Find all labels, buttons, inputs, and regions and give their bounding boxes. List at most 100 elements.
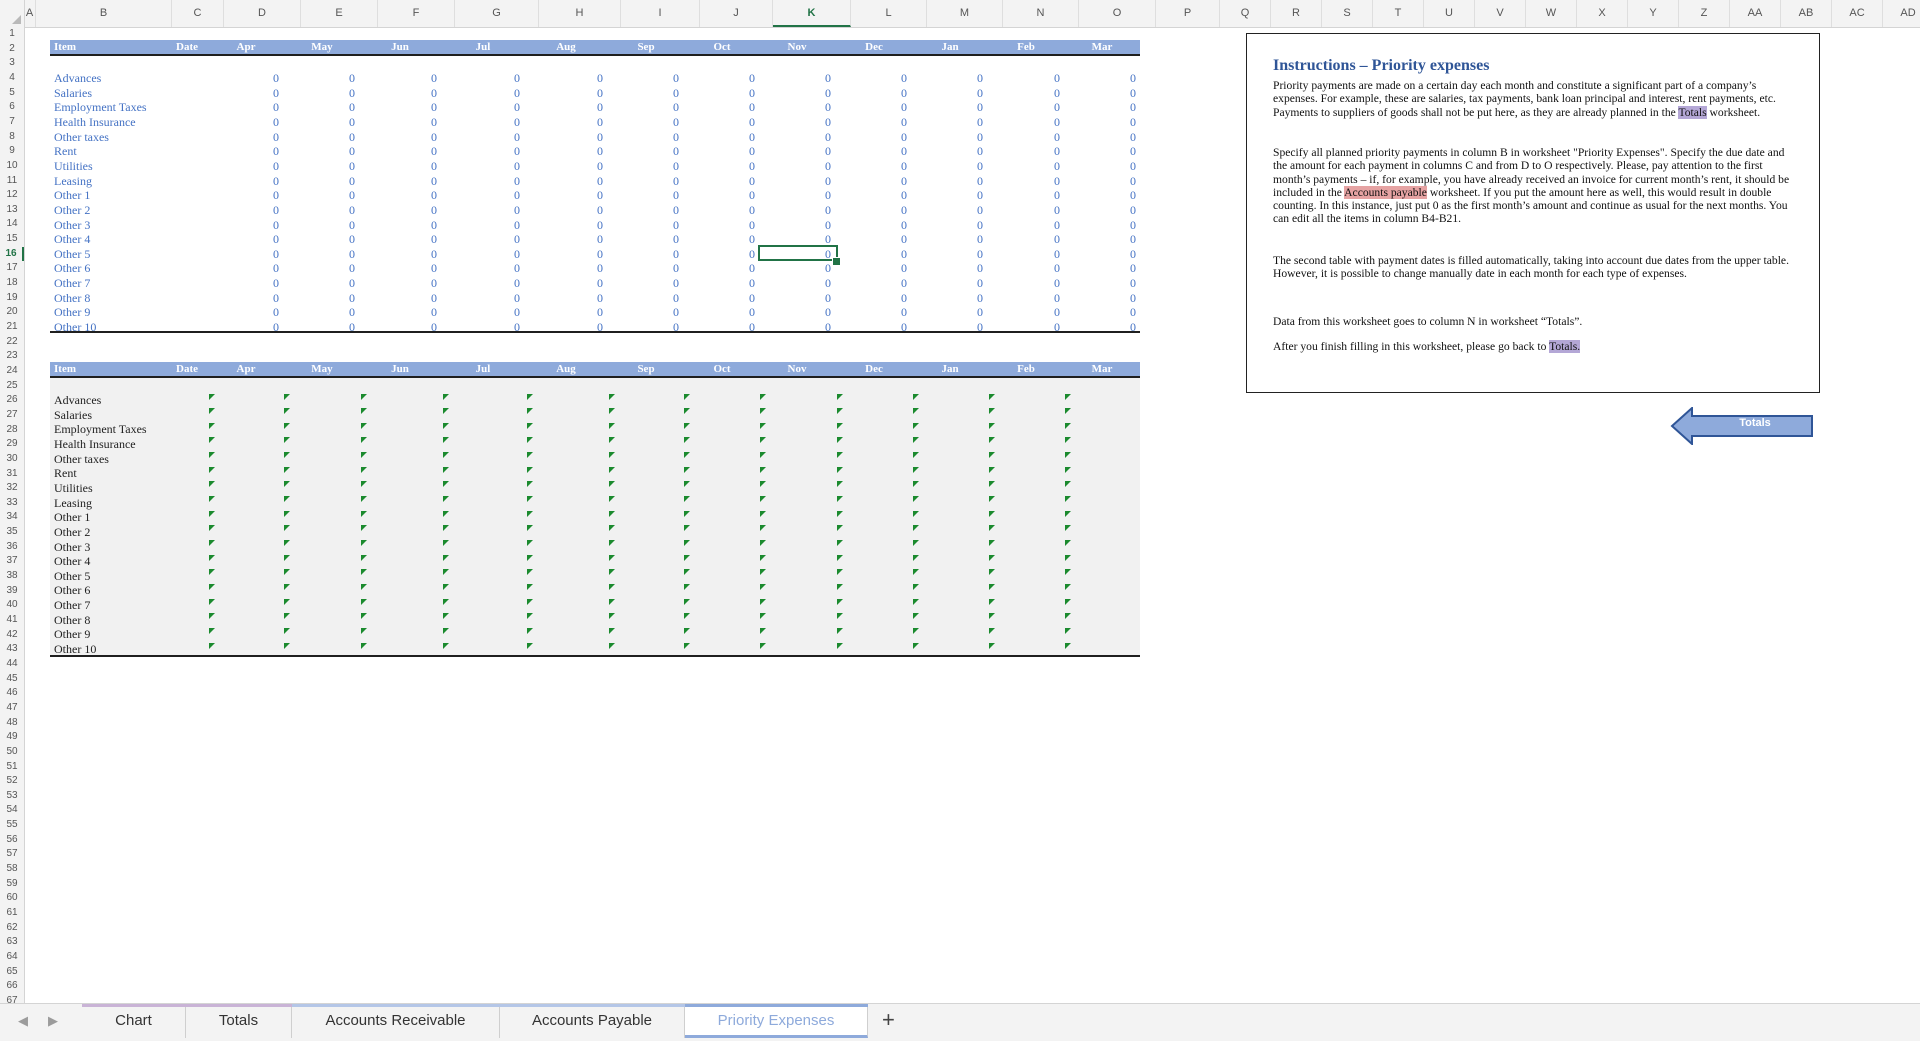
date-cell-flag-icon[interactable] bbox=[209, 452, 215, 459]
column-header-q[interactable]: Q bbox=[1220, 0, 1271, 27]
fill-handle[interactable] bbox=[832, 257, 841, 266]
amount-cell[interactable]: 0 bbox=[970, 305, 990, 320]
amount-cell[interactable]: 0 bbox=[666, 320, 686, 335]
amount-cell[interactable]: 0 bbox=[1047, 159, 1067, 174]
row-header[interactable]: 46 bbox=[0, 686, 24, 701]
date-cell-flag-icon[interactable] bbox=[989, 510, 995, 517]
amount-cell[interactable]: 0 bbox=[818, 305, 838, 320]
date-cell-flag-icon[interactable] bbox=[837, 627, 843, 634]
date-cell-flag-icon[interactable] bbox=[684, 496, 690, 503]
date-cell-flag-icon[interactable] bbox=[527, 496, 533, 503]
totals-link-bottom[interactable]: Totals. bbox=[1549, 340, 1581, 353]
amount-cell[interactable]: 0 bbox=[507, 218, 527, 233]
date-cell-flag-icon[interactable] bbox=[684, 525, 690, 532]
amount-cell[interactable]: 0 bbox=[266, 159, 286, 174]
column-header-n[interactable]: N bbox=[1003, 0, 1079, 27]
row-header[interactable]: 33 bbox=[0, 496, 24, 511]
row-header[interactable]: 9 bbox=[0, 144, 24, 159]
date-cell-flag-icon[interactable] bbox=[284, 569, 290, 576]
amount-cell[interactable]: 0 bbox=[1123, 144, 1143, 159]
amount-cell[interactable]: 0 bbox=[742, 291, 762, 306]
amount-cell[interactable]: 0 bbox=[266, 247, 286, 262]
date-cell-flag-icon[interactable] bbox=[913, 598, 919, 605]
date-cell-flag-icon[interactable] bbox=[1065, 422, 1071, 429]
column-header-b[interactable]: B bbox=[36, 0, 172, 27]
date-cell-flag-icon[interactable] bbox=[989, 554, 995, 561]
date-cell-flag-icon[interactable] bbox=[989, 627, 995, 634]
amount-cell[interactable]: 0 bbox=[342, 86, 362, 101]
date-cell-flag-icon[interactable] bbox=[284, 496, 290, 503]
amount-cell[interactable]: 0 bbox=[970, 320, 990, 335]
amount-cell[interactable]: 0 bbox=[590, 86, 610, 101]
date-cell-flag-icon[interactable] bbox=[989, 466, 995, 473]
column-header-r[interactable]: R bbox=[1271, 0, 1322, 27]
row-header[interactable]: 45 bbox=[0, 672, 24, 687]
row-header[interactable]: 63 bbox=[0, 935, 24, 950]
date-cell-flag-icon[interactable] bbox=[284, 393, 290, 400]
date-cell-flag-icon[interactable] bbox=[913, 422, 919, 429]
amount-cell[interactable]: 0 bbox=[266, 100, 286, 115]
column-header-d[interactable]: D bbox=[224, 0, 301, 27]
amount-cell[interactable]: 0 bbox=[742, 203, 762, 218]
amount-cell[interactable]: 0 bbox=[1047, 218, 1067, 233]
date-cell-flag-icon[interactable] bbox=[837, 452, 843, 459]
amount-cell[interactable]: 0 bbox=[970, 203, 990, 218]
amount-cell[interactable]: 0 bbox=[342, 71, 362, 86]
row-header[interactable]: 43 bbox=[0, 642, 24, 657]
amount-cell[interactable]: 0 bbox=[970, 276, 990, 291]
date-cell-flag-icon[interactable] bbox=[760, 466, 766, 473]
tab-totals[interactable]: Totals bbox=[186, 1004, 292, 1038]
amount-cell[interactable]: 0 bbox=[894, 86, 914, 101]
date-cell-flag-icon[interactable] bbox=[684, 583, 690, 590]
amount-cell[interactable]: 0 bbox=[894, 203, 914, 218]
date-cell-flag-icon[interactable] bbox=[609, 598, 615, 605]
amount-cell[interactable]: 0 bbox=[342, 232, 362, 247]
amount-cell[interactable]: 0 bbox=[507, 291, 527, 306]
date-cell-flag-icon[interactable] bbox=[527, 627, 533, 634]
item-label[interactable]: Other 5 bbox=[54, 569, 90, 584]
date-cell-flag-icon[interactable] bbox=[684, 540, 690, 546]
column-header-y[interactable]: Y bbox=[1628, 0, 1679, 27]
amount-cell[interactable]: 0 bbox=[970, 174, 990, 189]
date-cell-flag-icon[interactable] bbox=[361, 540, 367, 546]
amount-cell[interactable]: 0 bbox=[424, 232, 444, 247]
amount-cell[interactable]: 0 bbox=[1123, 100, 1143, 115]
amount-cell[interactable]: 0 bbox=[1047, 232, 1067, 247]
amount-cell[interactable]: 0 bbox=[894, 320, 914, 335]
row-header[interactable]: 50 bbox=[0, 745, 24, 760]
date-cell-flag-icon[interactable] bbox=[609, 642, 615, 649]
date-cell-flag-icon[interactable] bbox=[209, 437, 215, 444]
amount-cell[interactable]: 0 bbox=[507, 276, 527, 291]
tab-accounts-receivable[interactable]: Accounts Receivable bbox=[292, 1004, 500, 1038]
amount-cell[interactable]: 0 bbox=[666, 86, 686, 101]
item-label[interactable]: Other 6 bbox=[54, 261, 90, 276]
date-cell-flag-icon[interactable] bbox=[443, 452, 449, 459]
date-cell-flag-icon[interactable] bbox=[837, 393, 843, 400]
row-header[interactable]: 20 bbox=[0, 305, 24, 320]
date-cell-flag-icon[interactable] bbox=[760, 583, 766, 590]
date-cell-flag-icon[interactable] bbox=[609, 613, 615, 620]
amount-cell[interactable]: 0 bbox=[1123, 86, 1143, 101]
date-cell-flag-icon[interactable] bbox=[684, 481, 690, 488]
amount-cell[interactable]: 0 bbox=[894, 247, 914, 262]
date-cell-flag-icon[interactable] bbox=[837, 598, 843, 605]
row-header[interactable]: 15 bbox=[0, 232, 24, 247]
date-cell-flag-icon[interactable] bbox=[361, 525, 367, 532]
amount-cell[interactable]: 0 bbox=[1123, 291, 1143, 306]
date-cell-flag-icon[interactable] bbox=[760, 569, 766, 576]
amount-cell[interactable]: 0 bbox=[1047, 247, 1067, 262]
amount-cell[interactable]: 0 bbox=[507, 247, 527, 262]
amount-cell[interactable]: 0 bbox=[507, 144, 527, 159]
column-header-w[interactable]: W bbox=[1526, 0, 1577, 27]
date-cell-flag-icon[interactable] bbox=[913, 393, 919, 400]
date-cell-flag-icon[interactable] bbox=[913, 408, 919, 415]
date-cell-flag-icon[interactable] bbox=[1065, 393, 1071, 400]
amount-cell[interactable]: 0 bbox=[424, 100, 444, 115]
amount-cell[interactable]: 0 bbox=[666, 100, 686, 115]
date-cell-flag-icon[interactable] bbox=[284, 481, 290, 488]
row-header[interactable]: 40 bbox=[0, 598, 24, 613]
item-label[interactable]: Other 8 bbox=[54, 613, 90, 628]
amount-cell[interactable]: 0 bbox=[1123, 232, 1143, 247]
row-header[interactable]: 44 bbox=[0, 657, 24, 672]
amount-cell[interactable]: 0 bbox=[666, 261, 686, 276]
